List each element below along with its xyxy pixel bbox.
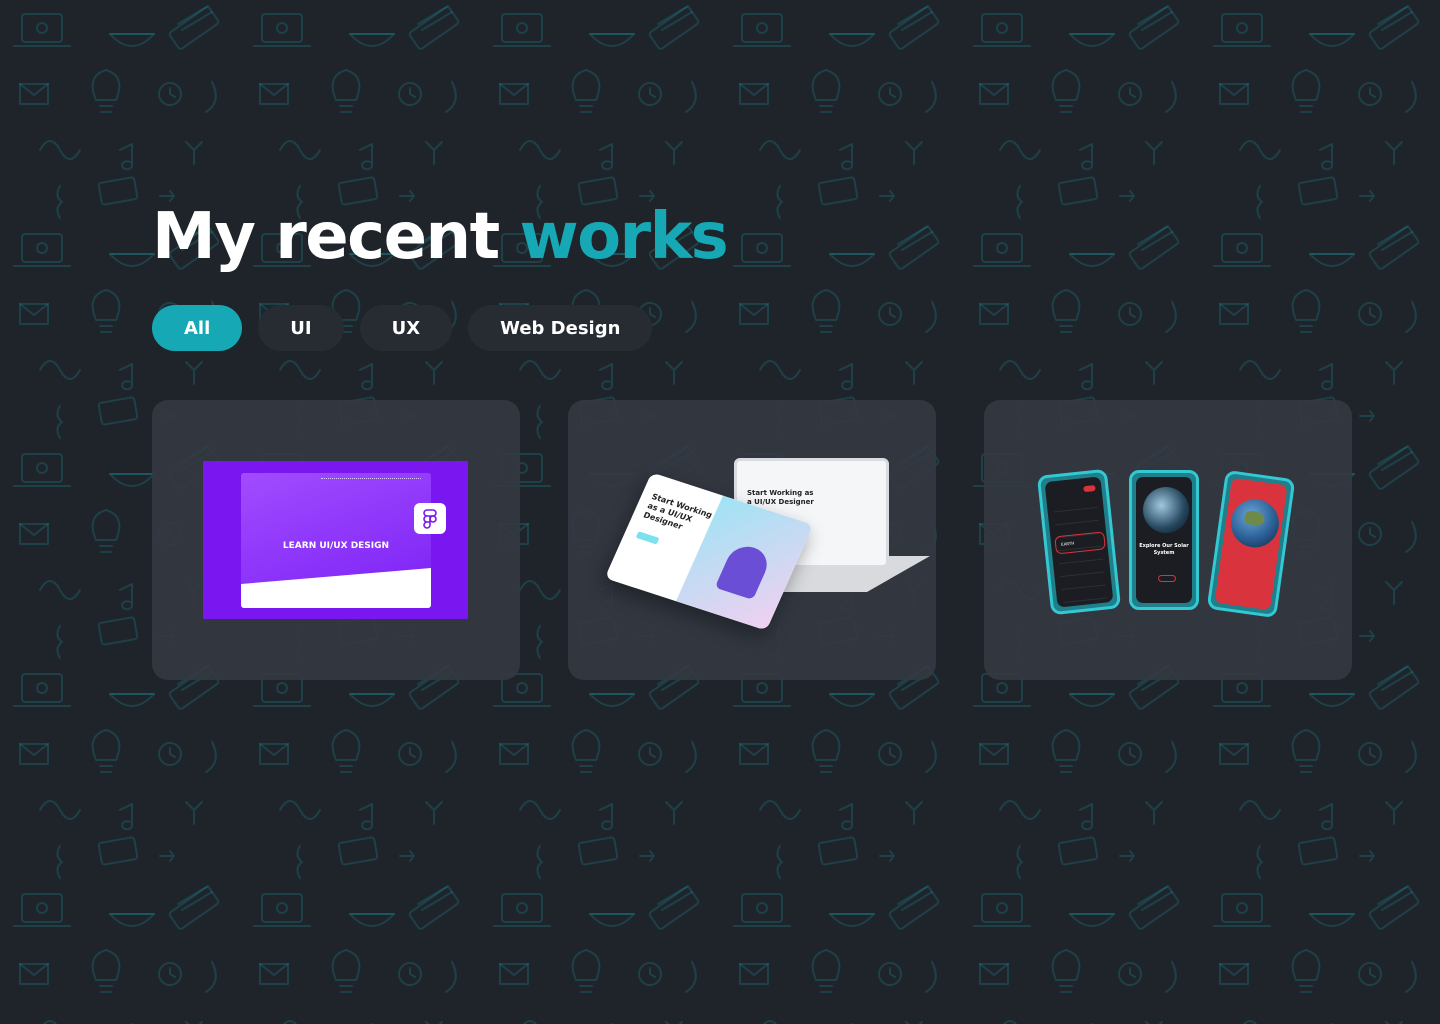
filter-ux-button[interactable]: UX (359, 305, 453, 351)
phone-mockup-intro: Explore Our Solar System (1129, 470, 1199, 610)
project-grid: LEARN UI/UX DESIGN Start Working as a UI… (152, 400, 1352, 680)
filter-ui-button[interactable]: UI (258, 305, 344, 351)
phone-button (1158, 575, 1176, 582)
title-plain: My recent (152, 200, 500, 274)
mockup-nav (321, 478, 421, 480)
laptop-heading: Start Working as a UI/UX Designer (747, 489, 814, 506)
mockup-screen: LEARN UI/UX DESIGN (241, 473, 431, 608)
globe-image (1143, 487, 1189, 533)
filter-web-design-button[interactable]: Web Design (468, 305, 653, 351)
project-thumbnail: Start Working as a UI/UX Designer Start … (604, 456, 931, 631)
project-thumbnail: LEARN UI/UX DESIGN (203, 461, 468, 619)
phone-heading: Explore Our Solar System (1139, 543, 1189, 556)
toggle-pill (1083, 485, 1096, 493)
project-thumbnail: EARTH Explore Our Solar System (1036, 468, 1296, 619)
phone-mockup-list: EARTH (1036, 468, 1122, 616)
phone-mockup-detail (1206, 469, 1296, 619)
title-accent: works (519, 200, 728, 274)
mockup-shape (241, 568, 431, 608)
project-card[interactable]: LEARN UI/UX DESIGN (152, 400, 520, 680)
tablet-cta (635, 531, 660, 545)
filter-bar: All UI UX Web Design (152, 305, 653, 351)
page-title: My recent works (152, 200, 729, 274)
mockup-heading: LEARN UI/UX DESIGN (282, 541, 390, 551)
filter-all-button[interactable]: All (152, 305, 243, 351)
tablet-heading: Start Working as a UI/UX Designer (641, 492, 714, 532)
project-card[interactable]: EARTH Explore Our Solar System (984, 400, 1352, 680)
figma-icon (414, 503, 446, 534)
project-card[interactable]: Start Working as a UI/UX Designer Start … (568, 400, 936, 680)
planet-list (1053, 500, 1108, 609)
